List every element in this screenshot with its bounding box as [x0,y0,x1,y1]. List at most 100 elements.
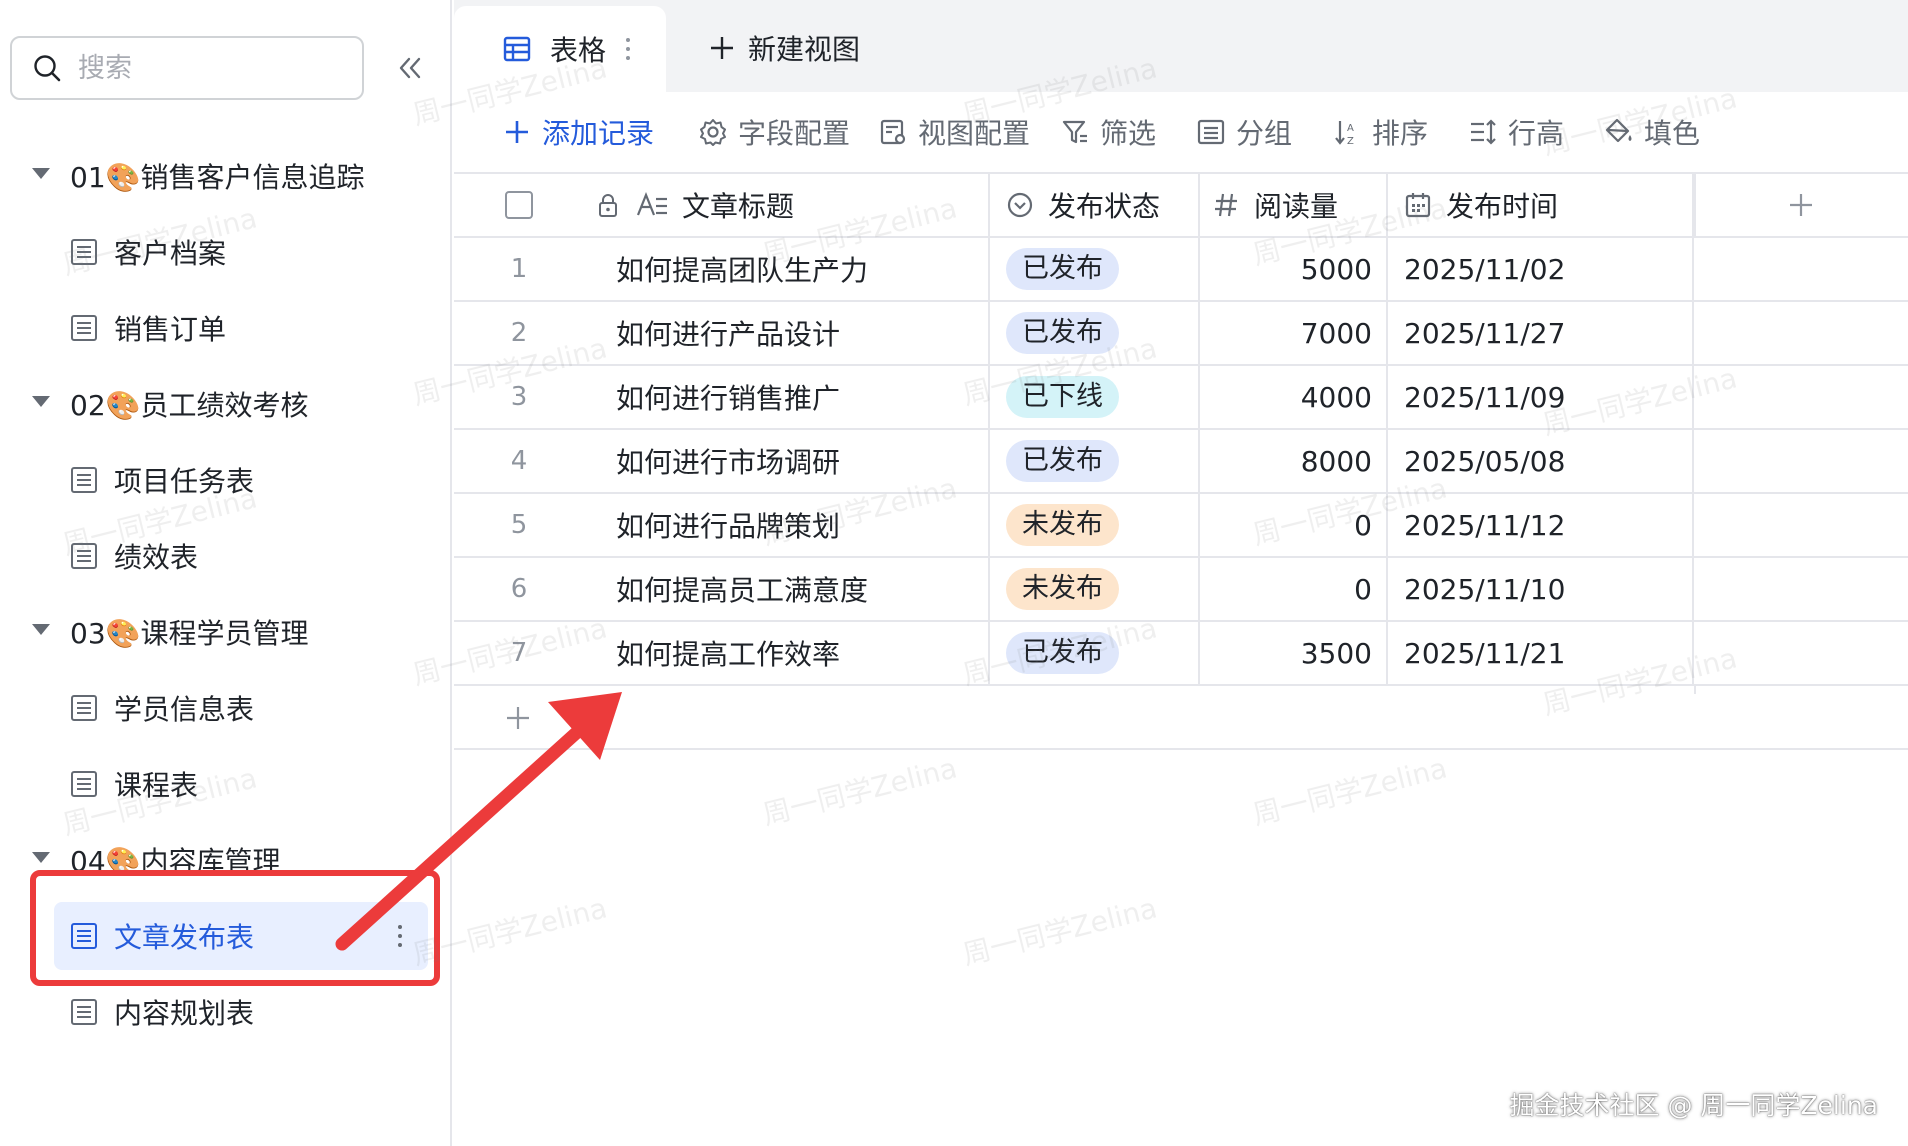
row-index: 6 [510,574,528,604]
status-badge: 已发布 [1006,312,1119,354]
caret-down-icon[interactable] [32,168,50,179]
status-badge: 未发布 [1006,504,1119,546]
tree-group-sales[interactable]: 01🎨销售客户信息追踪 [0,138,450,214]
cell-title[interactable]: 如何提高员工满意度 [584,558,990,620]
row-index: 1 [510,254,528,284]
table-row[interactable]: 1 如何提高团队生产力 已发布 5000 2025/11/02 [454,238,1908,302]
cell-date[interactable]: 2025/11/09 [1388,366,1694,428]
cell-date[interactable]: 2025/11/10 [1388,558,1694,620]
cell-views[interactable]: 4000 [1200,366,1388,428]
caret-down-icon[interactable] [32,624,50,635]
view-config-label: 视图配置 [918,117,1031,150]
column-header-label: 阅读量 [1254,190,1339,223]
cell-status[interactable]: 已发布 [990,302,1200,364]
cell-status[interactable]: 未发布 [990,494,1200,556]
cell-date[interactable]: 2025/11/02 [1388,238,1694,300]
tree-group-label: 03🎨课程学员管理 [70,617,309,650]
row-height-label: 行高 [1508,117,1565,150]
cell-title[interactable]: 如何提高团队生产力 [584,238,990,300]
row-height-button[interactable]: 行高 [1468,110,1564,154]
tree-item-label: 项目任务表 [114,465,255,498]
column-header-status[interactable]: 发布状态 [990,174,1200,236]
table-row[interactable]: 5 如何进行品牌策划 未发布 0 2025/11/12 [454,494,1908,558]
cell-status[interactable]: 已下线 [990,366,1200,428]
svg-text:A: A [1347,123,1354,134]
cell-date[interactable]: 2025/11/21 [1388,622,1694,684]
search-box[interactable] [10,36,364,100]
table-icon [71,467,97,493]
row-height-icon [1471,119,1496,145]
select-all-cell [454,174,584,236]
cell-views[interactable]: 0 [1200,494,1388,556]
table-icon [71,999,97,1025]
cell-title[interactable]: 如何进行市场调研 [584,430,990,492]
cell-date[interactable]: 2025/11/12 [1388,494,1694,556]
cell-status[interactable]: 已发布 [990,430,1200,492]
field-config-label: 字段配置 [738,117,851,150]
view-config-button[interactable]: 视图配置 [878,110,1030,154]
row-index: 3 [510,382,528,412]
tab-more-icon[interactable] [626,38,630,60]
table-row[interactable]: 6 如何提高员工满意度 未发布 0 2025/11/10 [454,558,1908,622]
tree-item-project-tasks[interactable]: 项目任务表 [0,442,450,518]
add-record-label: 添加记录 [542,117,655,150]
filter-label: 筛选 [1100,117,1157,150]
cell-title[interactable]: 如何进行产品设计 [584,302,990,364]
cell-status[interactable]: 已发布 [990,238,1200,300]
fill-color-button[interactable]: 填色 [1604,110,1700,154]
sort-icon: AZ [1335,121,1354,147]
table-row[interactable]: 7 如何提高工作效率 已发布 3500 2025/11/21 [454,622,1908,686]
cell-views[interactable]: 8000 [1200,430,1388,492]
search-input[interactable] [78,52,328,84]
column-header-title[interactable]: 文章标题 [584,174,990,236]
group-button[interactable]: 分组 [1196,110,1292,154]
tree-group-courses[interactable]: 03🎨课程学员管理 [0,594,450,670]
filter-button[interactable]: 筛选 [1060,110,1156,154]
cell-title[interactable]: 如何提高工作效率 [584,622,990,684]
status-badge: 已发布 [1006,440,1119,482]
table-row[interactable]: 3 如何进行销售推广 已下线 4000 2025/11/09 [454,366,1908,430]
plus-icon [507,707,529,729]
table-row[interactable]: 4 如何进行市场调研 已发布 8000 2025/05/08 [454,430,1908,494]
collapse-sidebar-button[interactable] [390,48,430,88]
cell-status[interactable]: 已发布 [990,622,1200,684]
double-chevron-left-icon [399,57,421,79]
cell-title[interactable]: 如何进行销售推广 [584,366,990,428]
sort-button[interactable]: AZ 排序 [1332,110,1428,154]
cell-views[interactable]: 5000 [1200,238,1388,300]
plus-icon [506,121,528,143]
cell-views[interactable]: 7000 [1200,302,1388,364]
add-record-button[interactable]: 添加记录 [502,110,654,154]
cell-title[interactable]: 如何进行品牌策划 [584,494,990,556]
tree-item-customer-profile[interactable]: 客户档案 [0,214,450,290]
cell-views[interactable]: 0 [1200,558,1388,620]
single-select-icon [1007,192,1033,218]
new-view-button[interactable]: 新建视图 [708,26,860,70]
cell-views[interactable]: 3500 [1200,622,1388,684]
lock-icon [599,194,617,217]
tree-item-sales-orders[interactable]: 销售订单 [0,290,450,366]
cell-status[interactable]: 未发布 [990,558,1200,620]
tree-group-performance[interactable]: 02🎨员工绩效考核 [0,366,450,442]
table-icon [71,239,97,265]
caret-down-icon[interactable] [32,396,50,407]
field-config-button[interactable]: 字段配置 [698,110,850,154]
cell-date[interactable]: 2025/11/27 [1388,302,1694,364]
column-header-date[interactable]: 发布时间 [1388,174,1694,236]
tab-grid-view[interactable]: 表格 [454,6,666,92]
annotation-highlight-box [30,870,440,986]
grid-header: 文章标题 发布状态 阅读量 发布时间 [454,174,1908,238]
add-column-button[interactable] [1694,174,1908,236]
tree-item-performance-table[interactable]: 绩效表 [0,518,450,594]
status-badge: 已下线 [1006,376,1119,418]
add-row-button[interactable] [454,686,1908,750]
cell-date[interactable]: 2025/05/08 [1388,430,1694,492]
table-row[interactable]: 2 如何进行产品设计 已发布 7000 2025/11/27 [454,302,1908,366]
grid-body: 1 如何提高团队生产力 已发布 5000 2025/11/02 2 如何进行产品设计 已发布 7… [454,238,1908,686]
select-all-checkbox[interactable] [505,191,533,219]
caret-down-icon[interactable] [32,852,50,863]
tree-group-label: 01🎨销售客户信息追踪 [70,161,365,194]
tree-item-student-info[interactable]: 学员信息表 [0,670,450,746]
tree-item-course-table[interactable]: 课程表 [0,746,450,822]
column-header-views[interactable]: 阅读量 [1200,174,1388,236]
